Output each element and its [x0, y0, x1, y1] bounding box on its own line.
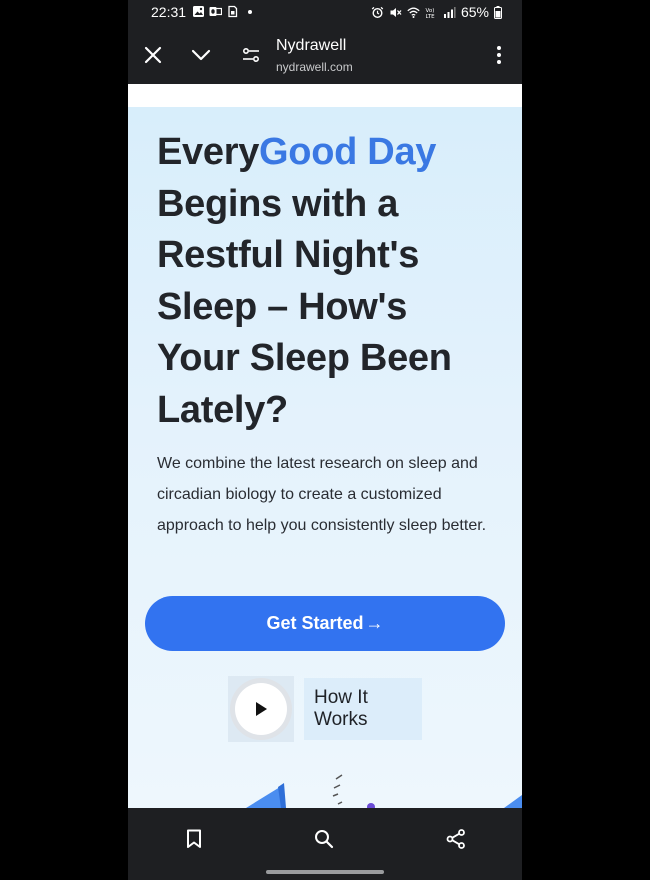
hero-headline: EveryGood Day Begins with a Restful Nigh… — [157, 127, 497, 436]
browser-toolbar: Nydrawell nydrawell.com — [128, 26, 522, 84]
status-system-icons: Vo) LTE 65% — [371, 4, 502, 20]
play-button[interactable] — [228, 676, 294, 742]
more-options-button[interactable] — [484, 40, 514, 70]
share-button[interactable] — [441, 824, 471, 854]
headline-rest: Begins with a Restful Night's Sleep – Ho… — [157, 182, 452, 431]
hero-description: We combine the latest research on sleep … — [157, 455, 487, 534]
share-icon — [446, 829, 465, 849]
status-notification-icons — [192, 5, 256, 18]
how-it-works-link[interactable]: How It Works — [228, 676, 422, 742]
mute-icon — [390, 7, 402, 17]
get-started-button[interactable]: Get Started → — [145, 596, 505, 651]
gallery-icon — [193, 6, 204, 17]
play-icon — [256, 702, 267, 716]
hero-section: EveryGood Day Begins with a Restful Nigh… — [128, 107, 522, 808]
search-button[interactable] — [309, 824, 339, 854]
arrow-right-icon: → — [365, 613, 384, 633]
battery-percent: 65% — [460, 4, 489, 20]
dot-icon — [248, 10, 252, 14]
hero-illustration — [246, 774, 522, 808]
home-indicator[interactable] — [266, 870, 384, 874]
headline-lead: Every — [157, 131, 260, 173]
alarm-icon — [371, 6, 384, 18]
minimize-button[interactable] — [186, 40, 216, 70]
bookmark-button[interactable] — [179, 824, 209, 854]
status-time: 22:31 — [151, 4, 187, 20]
play-button-ring — [230, 678, 292, 740]
page-info-icon — [242, 47, 260, 63]
page-title[interactable]: Nydrawell — [276, 37, 346, 55]
status-bar: 22:31 Vo) LTE 65% — [128, 0, 522, 26]
sim-icon — [228, 5, 238, 18]
wifi-icon — [407, 7, 420, 18]
page-info-button[interactable] — [236, 40, 266, 70]
play-button-inner — [235, 683, 287, 735]
bookmark-icon — [187, 829, 201, 848]
battery-icon — [494, 5, 502, 19]
outlook-icon — [209, 7, 222, 16]
svg-text:LTE: LTE — [425, 14, 435, 19]
web-content[interactable]: EveryGood Day Begins with a Restful Nigh… — [128, 84, 522, 808]
chevron-down-icon — [191, 49, 211, 61]
more-vert-icon — [497, 46, 501, 64]
close-icon — [144, 46, 162, 64]
how-it-works-label[interactable]: How It Works — [304, 678, 422, 740]
phone-screen: 22:31 Vo) LTE 65% Nydrawell nydrawell.co… — [128, 0, 522, 880]
browser-bottom-bar — [128, 808, 522, 880]
close-button[interactable] — [138, 40, 168, 70]
signal-icon — [443, 6, 456, 18]
page-url[interactable]: nydrawell.com — [276, 60, 353, 74]
volte-icon: Vo)LTE — [425, 8, 435, 19]
headline-accent: Good Day — [259, 131, 437, 173]
search-icon — [315, 830, 334, 849]
get-started-label: Get Started — [266, 613, 364, 633]
